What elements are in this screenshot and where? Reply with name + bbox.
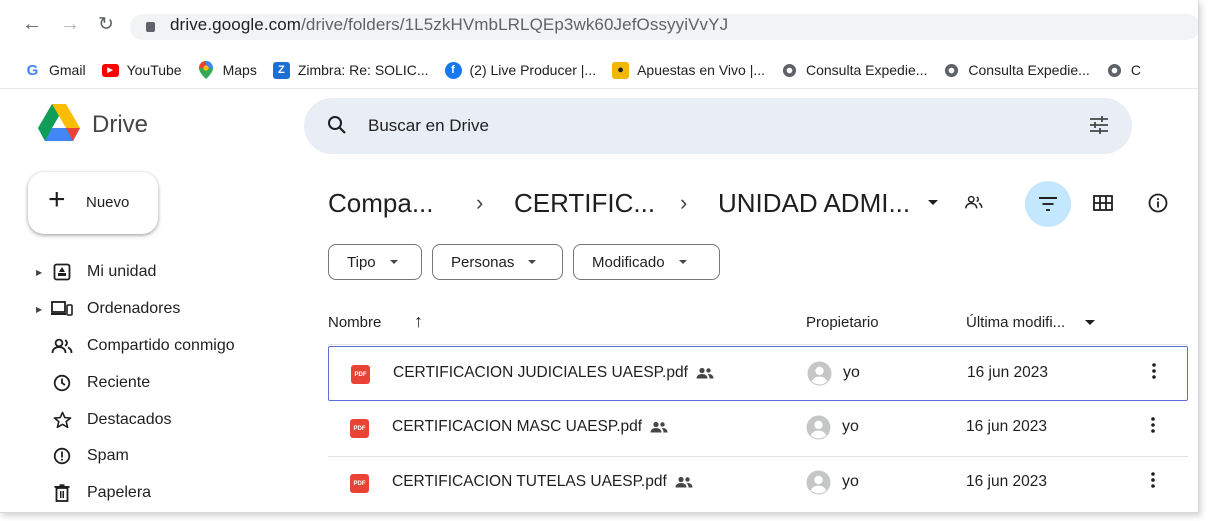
breadcrumb-item[interactable]: Compa... — [328, 188, 434, 219]
bookmark-youtube[interactable]: ▶ YouTube — [101, 62, 182, 78]
grid-view-icon[interactable] — [1093, 195, 1113, 216]
back-arrow-icon[interactable]: ← — [22, 13, 42, 36]
shared-folder-icon[interactable] — [964, 194, 984, 215]
search-input[interactable]: Buscar en Drive — [368, 116, 489, 136]
more-actions-icon[interactable] — [1151, 361, 1157, 386]
column-header-name[interactable]: Nombre — [328, 314, 381, 331]
plus-icon: + — [48, 183, 66, 216]
spam-icon — [48, 446, 76, 466]
search-options-icon[interactable] — [1088, 114, 1110, 141]
file-name[interactable]: CERTIFICACION JUDICIALES UAESP.pdf — [393, 364, 714, 382]
file-row[interactable]: PDF CERTIFICACION TUTELAS UAESP.pdf yo 1… — [328, 456, 1188, 511]
bookmark-consulta-2[interactable]: Consulta Expedie... — [943, 62, 1090, 79]
bookmark-c[interactable]: C — [1106, 62, 1141, 79]
bookmark-maps[interactable]: Maps — [198, 61, 257, 79]
reload-icon[interactable]: ↻ — [98, 13, 114, 36]
shared-people-icon — [675, 476, 693, 488]
maps-icon — [198, 61, 215, 79]
gmail-icon: G — [26, 61, 39, 79]
header-divider — [328, 344, 1188, 345]
column-header-modified[interactable]: Última modifi... — [966, 314, 1065, 331]
globe-icon — [943, 62, 960, 79]
filter-button[interactable] — [1025, 181, 1071, 227]
type-filter-chip[interactable]: Tipo — [328, 244, 422, 280]
folder-menu-caret-icon[interactable] — [928, 200, 938, 205]
bookmark-zimbra[interactable]: Z Zimbra: Re: SOLIC... — [272, 61, 429, 79]
people-filter-chip[interactable]: Personas — [432, 244, 563, 280]
dropdown-caret-icon — [678, 260, 687, 264]
star-icon — [48, 410, 76, 430]
clock-icon — [48, 373, 76, 393]
file-name[interactable]: CERTIFICACION MASC UAESP.pdf — [392, 418, 668, 436]
dropdown-caret-icon — [528, 260, 537, 264]
owner-avatar-icon — [806, 415, 831, 445]
youtube-icon: ▶ — [101, 63, 119, 77]
shared-people-icon — [696, 367, 714, 379]
new-button[interactable]: + Nuevo — [28, 172, 158, 234]
column-header-owner[interactable]: Propietario — [806, 314, 879, 331]
file-name[interactable]: CERTIFICACION TUTELAS UAESP.pdf — [392, 473, 693, 491]
bookmark-apuestas[interactable]: ● Apuestas en Vivo |... — [612, 61, 765, 79]
shared-with-me-icon — [48, 336, 76, 356]
sort-ascending-icon[interactable]: ↑ — [414, 311, 423, 332]
forward-arrow-icon[interactable]: → — [60, 13, 80, 36]
owner-name: yo — [842, 418, 859, 435]
modified-date: 16 jun 2023 — [966, 418, 1048, 435]
address-bar-area: ← → ↻ drive.google.com/drive/folders/1L5… — [0, 0, 1198, 52]
app-title[interactable]: Drive — [92, 111, 148, 139]
sort-menu-caret-icon[interactable] — [1085, 320, 1095, 325]
breadcrumb-current-folder[interactable]: UNIDAD ADMI... — [718, 188, 910, 219]
expand-caret-icon[interactable]: ▶ — [36, 305, 48, 314]
sidebar-item-recent[interactable]: Reciente — [36, 368, 150, 398]
owner-avatar-icon — [807, 361, 832, 391]
breadcrumb-chevron-icon: › — [680, 190, 688, 215]
modified-filter-chip[interactable]: Modificado — [573, 244, 720, 280]
trash-icon — [48, 483, 76, 503]
bookmarks-bar: G Gmail ▶ YouTube Maps Z Zimbra: Re: SOL… — [0, 56, 1198, 84]
expand-caret-icon[interactable]: ▶ — [36, 268, 48, 277]
owner-avatar-icon — [806, 470, 831, 500]
breadcrumb-item[interactable]: CERTIFIC... — [514, 188, 655, 219]
file-row[interactable]: PDF CERTIFICACION JUDICIALES UAESP.pdf y… — [328, 346, 1188, 401]
pdf-file-icon: PDF — [350, 474, 369, 493]
filter-icon — [1039, 197, 1057, 211]
betting-icon: ● — [612, 61, 630, 79]
owner-name: yo — [843, 364, 860, 381]
sidebar-item-computers[interactable]: ▶ Ordenadores — [36, 294, 180, 324]
file-row[interactable]: PDF CERTIFICACION MASC UAESP.pdf yo 16 j… — [328, 401, 1188, 456]
zimbra-icon: Z — [272, 61, 290, 79]
sidebar-item-shared-with-me[interactable]: Compartido conmigo — [36, 331, 235, 361]
dropdown-caret-icon — [389, 260, 398, 264]
more-actions-icon[interactable] — [1150, 415, 1156, 440]
site-info-icon[interactable] — [146, 22, 155, 32]
sidebar-item-spam[interactable]: Spam — [36, 441, 129, 471]
bookmark-gmail[interactable]: G Gmail — [24, 62, 86, 79]
info-icon[interactable] — [1148, 193, 1168, 218]
bookmark-live-producer[interactable]: f (2) Live Producer |... — [444, 61, 596, 79]
sidebar-item-starred[interactable]: Destacados — [36, 405, 172, 435]
my-drive-icon — [48, 262, 76, 282]
modified-date: 16 jun 2023 — [967, 364, 1049, 381]
modified-date: 16 jun 2023 — [966, 473, 1048, 490]
search-bar[interactable]: Buscar en Drive — [304, 98, 1132, 154]
sidebar-item-trash[interactable]: Papelera — [36, 478, 151, 508]
shared-people-icon — [650, 421, 668, 433]
toolbar-divider — [0, 88, 1198, 89]
computers-icon — [48, 299, 76, 319]
search-icon[interactable] — [326, 114, 348, 141]
bookmark-consulta-1[interactable]: Consulta Expedie... — [781, 62, 927, 79]
facebook-icon: f — [444, 61, 462, 79]
globe-icon — [781, 62, 798, 79]
more-actions-icon[interactable] — [1150, 470, 1156, 495]
browser-window: ← → ↻ drive.google.com/drive/folders/1L5… — [0, 0, 1199, 513]
pdf-file-icon: PDF — [350, 419, 369, 438]
globe-icon — [1106, 62, 1123, 79]
breadcrumb-chevron-icon: › — [476, 190, 484, 215]
drive-logo-icon[interactable] — [38, 104, 80, 147]
sidebar-item-my-drive[interactable]: ▶ Mi unidad — [36, 257, 156, 287]
owner-name: yo — [842, 473, 859, 490]
url-text[interactable]: drive.google.com/drive/folders/1L5zkHVmb… — [170, 15, 728, 35]
pdf-file-icon: PDF — [351, 365, 370, 384]
